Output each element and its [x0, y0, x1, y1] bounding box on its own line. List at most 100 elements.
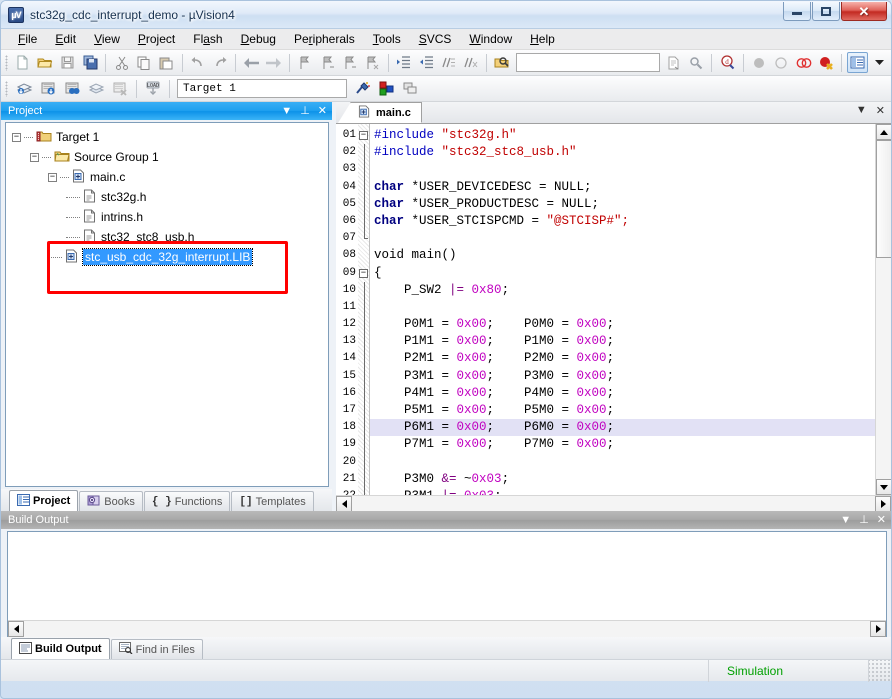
find-in-files2-icon[interactable]: d [717, 52, 737, 73]
code-line[interactable]: P7M1 = 0x00; P7M0 = 0x00; [370, 436, 875, 453]
close-icon[interactable]: ✕ [876, 104, 885, 117]
outdent-icon[interactable] [416, 52, 436, 73]
bookmark-toggle-icon[interactable] [295, 52, 315, 73]
indent-icon[interactable] [393, 52, 413, 73]
tree-item-source-group[interactable]: − Source Group 1 [12, 147, 328, 167]
download-icon[interactable]: LOAD [142, 78, 164, 99]
code-line[interactable]: #include "stc32_stc8_usb.h" [370, 144, 875, 161]
save-icon[interactable] [58, 52, 78, 73]
breakpoint-all-icon[interactable] [794, 52, 814, 73]
code-line[interactable] [370, 454, 875, 471]
code-line[interactable]: P3M1 |= 0x03; [370, 488, 875, 495]
code-folding-column[interactable]: − − [358, 124, 370, 495]
code-line[interactable]: void main() [370, 247, 875, 264]
menu-tools[interactable]: Tools [364, 30, 410, 48]
menu-project[interactable]: Project [129, 30, 184, 48]
toolbar-grip[interactable] [5, 54, 8, 71]
menu-flash[interactable]: Flash [184, 30, 231, 48]
build-target-icon[interactable] [37, 78, 59, 99]
tab-functions[interactable]: { } Functions [143, 491, 231, 511]
breakpoint-disable-icon[interactable] [771, 52, 791, 73]
menu-debug[interactable]: Debug [232, 30, 285, 48]
project-tree-container[interactable]: − Target 1 − Source Group 1 − main.c stc… [5, 122, 329, 487]
tree-item-stc32-stc8-usb-h[interactable]: stc32_stc8_usb.h [12, 227, 328, 247]
collapse-expander-icon[interactable]: − [12, 132, 21, 142]
menu-peripherals[interactable]: Peripherals [285, 30, 364, 48]
breakpoint-icon[interactable] [749, 52, 769, 73]
fold-marker[interactable]: − [358, 265, 369, 282]
resize-grip[interactable] [869, 659, 891, 682]
code-text-area[interactable]: #include "stc32g.h" #include "stc32_stc8_… [370, 124, 875, 495]
code-line[interactable] [370, 230, 875, 247]
hscroll-track[interactable] [24, 620, 870, 637]
code-line[interactable]: P3M0 &= ~0x03; [370, 471, 875, 488]
scroll-right-button[interactable] [870, 620, 886, 637]
minimize-button[interactable] [783, 2, 811, 21]
search-input[interactable] [516, 53, 660, 72]
scroll-right-button[interactable] [875, 495, 891, 512]
tree-item-library[interactable]: stc_usb_cdc_32g_interrupt.LIB [12, 247, 328, 267]
pin-icon[interactable]: ⊥ [300, 105, 310, 117]
translate-icon[interactable] [13, 78, 35, 99]
menu-window[interactable]: Window [460, 30, 521, 48]
menu-help[interactable]: Help [521, 30, 564, 48]
menu-file[interactable]: File [9, 30, 46, 48]
comment-icon[interactable] [438, 52, 458, 73]
undo-icon[interactable] [187, 52, 207, 73]
code-line[interactable]: char *USER_DEVICEDESC = NULL; [370, 179, 875, 196]
uncomment-icon[interactable] [461, 52, 481, 73]
scroll-left-button[interactable] [336, 495, 352, 512]
close-icon[interactable]: ✕ [318, 105, 327, 117]
scroll-up-button[interactable] [875, 124, 891, 140]
chevron-down-icon[interactable]: ▼ [281, 105, 292, 117]
manage-project-items-icon[interactable] [375, 78, 397, 99]
batch-build-icon[interactable] [85, 78, 107, 99]
code-line[interactable]: P0M1 = 0x00; P0M0 = 0x00; [370, 316, 875, 333]
scroll-track[interactable] [875, 140, 891, 479]
code-line[interactable]: #include "stc32g.h" [370, 127, 875, 144]
pin-icon[interactable]: ⊥ [859, 514, 869, 526]
tree-item-intrins-h[interactable]: intrins.h [12, 207, 328, 227]
window-layout-dropdown[interactable] [870, 52, 890, 73]
editor-vertical-scrollbar[interactable] [875, 124, 891, 495]
close-button[interactable]: ✕ [841, 2, 887, 21]
code-line[interactable] [370, 161, 875, 178]
toolbar-grip[interactable] [5, 80, 8, 97]
cut-icon[interactable] [111, 52, 131, 73]
insert-file-icon[interactable] [664, 52, 684, 73]
build-output-textarea[interactable] [7, 531, 887, 637]
copy-icon[interactable] [134, 52, 154, 73]
collapse-expander-icon[interactable]: − [48, 172, 57, 182]
code-line[interactable] [370, 299, 875, 316]
code-line[interactable]: char *USER_STCISPCMD = "@STCISP#"; [370, 213, 875, 230]
collapse-expander-icon[interactable]: − [30, 152, 39, 162]
tab-find-in-files[interactable]: Find in Files [110, 639, 203, 659]
tab-templates[interactable]: [] Templates [231, 491, 314, 511]
chevron-down-icon[interactable]: ▼ [840, 514, 851, 526]
menu-edit[interactable]: Edit [46, 30, 85, 48]
paste-icon[interactable] [156, 52, 176, 73]
multi-project-icon[interactable] [399, 78, 421, 99]
redo-icon[interactable] [210, 52, 230, 73]
bookmark-prev-icon[interactable] [317, 52, 337, 73]
code-line[interactable]: P6M1 = 0x00; P6M0 = 0x00; [370, 419, 875, 437]
code-line[interactable]: P5M1 = 0x00; P5M0 = 0x00; [370, 402, 875, 419]
save-all-icon[interactable] [80, 52, 100, 73]
code-line[interactable]: char *USER_PRODUCTDESC = NULL; [370, 196, 875, 213]
editor-tab-main-c[interactable]: main.c [338, 102, 422, 123]
tree-item-stc32g-h[interactable]: stc32g.h [12, 187, 328, 207]
tree-item-target[interactable]: − Target 1 [12, 127, 328, 147]
build-horizontal-scrollbar[interactable] [8, 620, 886, 637]
target-options-icon[interactable] [351, 78, 373, 99]
tab-books[interactable]: Books [79, 491, 143, 511]
hscroll-track[interactable] [352, 495, 875, 512]
scroll-left-button[interactable] [8, 620, 24, 637]
tab-project[interactable]: Project [9, 490, 79, 511]
stop-build-icon[interactable] [109, 78, 131, 99]
fold-collapse-icon[interactable]: − [359, 131, 368, 141]
scroll-thumb[interactable] [875, 140, 891, 258]
code-line[interactable]: { [370, 265, 875, 282]
fold-collapse-icon[interactable]: − [359, 268, 368, 278]
chevron-down-icon[interactable]: ▼ [856, 104, 867, 117]
code-line[interactable]: P4M1 = 0x00; P4M0 = 0x00; [370, 385, 875, 402]
